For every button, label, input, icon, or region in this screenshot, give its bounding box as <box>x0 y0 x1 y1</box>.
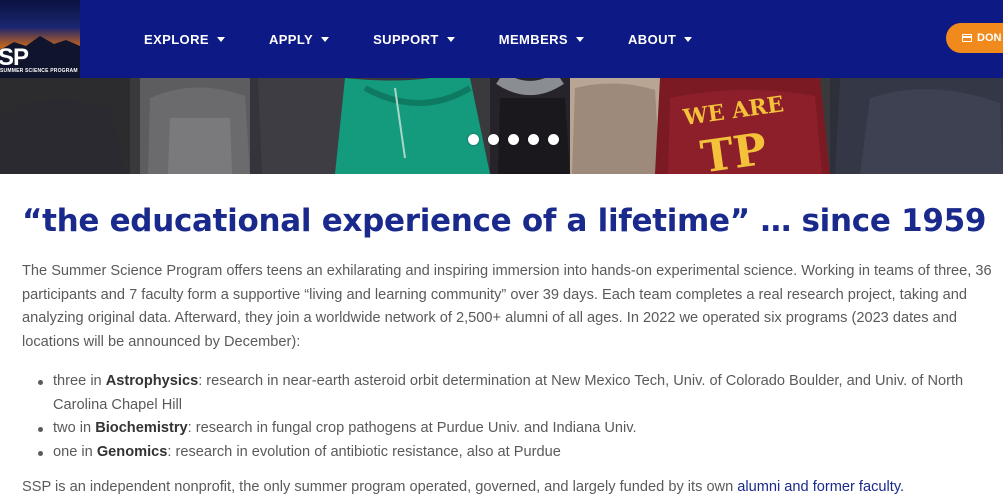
donate-label: DON <box>977 32 1002 44</box>
list-item-prefix: two in <box>53 420 96 436</box>
list-item: one in Genomics: research in evolution o… <box>38 441 988 465</box>
credit-card-icon <box>962 34 972 42</box>
ssp-logo[interactable]: SP SUMMER SCIENCE PROGRAM <box>0 0 80 78</box>
list-item-prefix: one in <box>53 443 97 460</box>
list-item-subject: Astrophysics <box>105 373 199 389</box>
list-item-detail: : research in evolution of antibiotic re… <box>167 443 561 460</box>
nav-members[interactable]: MEMBERS <box>499 32 584 47</box>
chevron-down-icon <box>576 36 584 42</box>
donate-button[interactable]: DON <box>946 23 1003 53</box>
carousel-dot-1[interactable] <box>468 134 479 145</box>
chevron-down-icon <box>216 36 225 42</box>
list-item-subject: Genomics <box>96 443 168 460</box>
shirt-text-2: TP <box>698 124 770 174</box>
footer-paragraph: SSP is an independent nonprofit, the onl… <box>22 479 1003 495</box>
nav-apply-label: APPLY <box>268 31 314 47</box>
footer-text: SSP is an independent nonprofit, the onl… <box>22 479 738 495</box>
nav-apply[interactable]: APPLY <box>268 31 330 47</box>
logo-tagline: SUMMER SCIENCE PROGRAM <box>0 68 78 74</box>
carousel-indicators <box>468 134 568 145</box>
list-item: three in Astrophysics: research in near-… <box>38 370 988 417</box>
hero-photo: WE ARE TP <box>0 78 1003 174</box>
carousel-dot-2[interactable] <box>488 134 499 145</box>
list-item-prefix: three in <box>53 373 106 389</box>
hero-carousel: WE ARE TP <box>0 78 1003 174</box>
nav-about[interactable]: ABOUT <box>628 31 693 47</box>
nav-about-label: ABOUT <box>628 31 677 47</box>
nav-members-label: MEMBERS <box>498 31 568 47</box>
carousel-dot-4[interactable] <box>528 134 539 145</box>
alumni-link[interactable]: alumni and former faculty. <box>737 479 904 495</box>
main-nav: EXPLORE APPLY SUPPORT MEMBERS ABOUT <box>144 0 736 78</box>
program-list: three in Astrophysics: research in near-… <box>38 370 988 464</box>
list-item-detail: : research in fungal crop pathogens at P… <box>187 420 637 436</box>
page-headline: “the educational experience of a lifetim… <box>22 203 987 239</box>
list-item: two in Biochemistry: research in fungal … <box>38 417 988 441</box>
nav-explore-label: EXPLORE <box>144 31 209 47</box>
carousel-dot-5[interactable] <box>548 134 559 145</box>
list-item-subject: Biochemistry <box>95 420 188 436</box>
chevron-down-icon <box>321 36 330 42</box>
nav-support-label: SUPPORT <box>373 31 439 47</box>
nav-support[interactable]: SUPPORT <box>373 32 455 47</box>
site-header: SP SUMMER SCIENCE PROGRAM EXPLORE APPLY … <box>0 0 1003 78</box>
chevron-down-icon <box>684 36 693 42</box>
intro-paragraph: The Summer Science Program offers teens … <box>22 263 992 350</box>
chevron-down-icon <box>446 36 455 42</box>
carousel-dot-3[interactable] <box>508 134 519 145</box>
nav-explore[interactable]: EXPLORE <box>144 32 225 47</box>
